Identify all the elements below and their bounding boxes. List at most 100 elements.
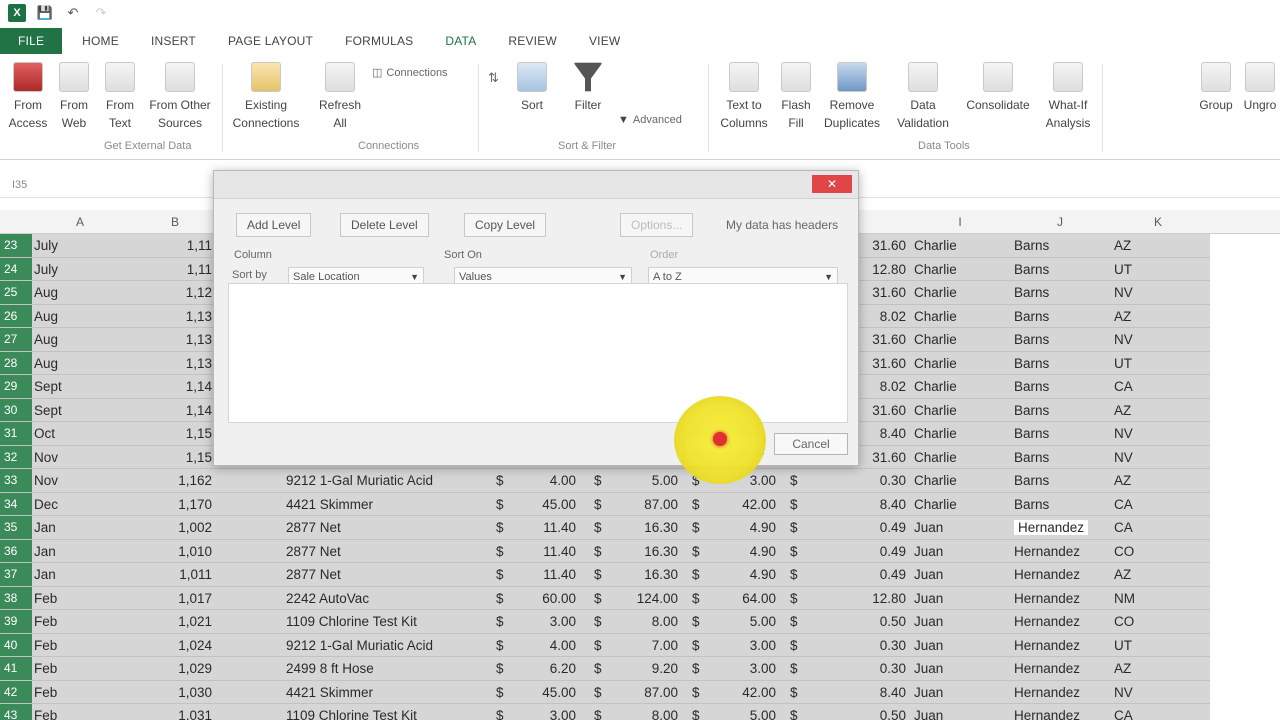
tab-review[interactable]: REVIEW (492, 28, 573, 54)
cell-first-name[interactable]: Juan (914, 681, 1004, 705)
cell-commission[interactable]: 12.80 (840, 587, 906, 611)
cell-profit[interactable]: 3.00 (708, 634, 776, 658)
cell-last-name[interactable]: Barns (1014, 446, 1110, 470)
cell-invoice[interactable]: 1,021 (140, 610, 212, 634)
copy-level-button[interactable]: Copy Level (464, 213, 547, 237)
row-number[interactable]: 43 (0, 704, 32, 720)
row-number[interactable]: 29 (0, 375, 32, 399)
cell-item[interactable]: 1109 Chlorine Test Kit (286, 610, 496, 634)
cell-last-name[interactable]: Hernandez (1014, 634, 1110, 658)
cell-item[interactable]: 9212 1-Gal Muriatic Acid (286, 469, 496, 493)
cell-currency[interactable]: $ (790, 704, 802, 720)
cell-item[interactable]: 2242 AutoVac (286, 587, 496, 611)
advanced-button[interactable]: ▼ Advanced (618, 114, 682, 126)
text-to-columns-button[interactable]: Text to Columns (716, 62, 772, 132)
row-number[interactable]: 30 (0, 398, 32, 422)
options-button[interactable]: Options... (620, 213, 694, 237)
cell-cost[interactable]: 45.00 (510, 681, 576, 705)
cell-currency[interactable]: $ (496, 610, 508, 634)
cell-last-name[interactable]: Barns (1014, 258, 1110, 282)
cell-month[interactable]: July (34, 258, 94, 282)
cell-currency[interactable]: $ (496, 634, 508, 658)
cell-state[interactable]: CO (1114, 610, 1154, 634)
cell-state[interactable]: AZ (1114, 469, 1154, 493)
cell-price[interactable]: 124.00 (606, 587, 678, 611)
cell-currency[interactable]: $ (692, 493, 704, 517)
cell-currency[interactable]: $ (594, 540, 606, 564)
cell-state[interactable]: NV (1114, 328, 1154, 352)
cell-month[interactable]: Aug (34, 328, 94, 352)
cell-month[interactable]: Feb (34, 704, 94, 720)
cell-currency[interactable]: $ (496, 681, 508, 705)
cell-currency[interactable]: $ (594, 704, 606, 720)
cell-item[interactable]: 9212 1-Gal Muriatic Acid (286, 634, 496, 658)
cell-month[interactable]: Jan (34, 540, 94, 564)
cell-month[interactable]: Aug (34, 305, 94, 329)
cell-state[interactable]: NM (1114, 587, 1154, 611)
cell-currency[interactable]: $ (594, 563, 606, 587)
tab-file[interactable]: FILE (0, 28, 63, 54)
row-number[interactable]: 39 (0, 610, 32, 634)
cell-invoice[interactable]: 1,170 (140, 493, 212, 517)
cell-item[interactable]: 4421 Skimmer (286, 493, 496, 517)
cell-state[interactable]: NV (1114, 422, 1154, 446)
cell-month[interactable]: Jan (34, 563, 94, 587)
cell-invoice[interactable]: 1,15 (140, 446, 212, 470)
cell-state[interactable]: CA (1114, 704, 1154, 720)
cell-commission[interactable]: 0.30 (840, 634, 906, 658)
cell-last-name[interactable]: Barns (1014, 305, 1110, 329)
cell-currency[interactable]: $ (692, 540, 704, 564)
cell-price[interactable]: 16.30 (606, 516, 678, 540)
row-number[interactable]: 28 (0, 351, 32, 375)
cell-month[interactable]: Nov (34, 446, 94, 470)
tab-home[interactable]: HOME (66, 28, 135, 54)
connections-button[interactable]: ◫ Connections (372, 66, 448, 80)
cell-first-name[interactable]: Juan (914, 657, 1004, 681)
cell-currency[interactable]: $ (692, 634, 704, 658)
row-number[interactable]: 27 (0, 328, 32, 352)
cell-state[interactable]: UT (1114, 258, 1154, 282)
row-number[interactable]: 25 (0, 281, 32, 305)
cell-last-name[interactable]: Hernandez (1014, 516, 1110, 540)
cell-currency[interactable]: $ (496, 540, 508, 564)
row-number[interactable]: 37 (0, 563, 32, 587)
cell-currency[interactable]: $ (692, 657, 704, 681)
cell-currency[interactable]: $ (496, 563, 508, 587)
row-number[interactable]: 24 (0, 257, 32, 281)
cell-cost[interactable]: 4.00 (510, 469, 576, 493)
cell-cost[interactable]: 45.00 (510, 493, 576, 517)
tab-view[interactable]: VIEW (573, 28, 636, 54)
sort-levels-list[interactable] (228, 283, 848, 423)
cell-last-name[interactable]: Hernandez (1014, 657, 1110, 681)
cell-cost[interactable]: 11.40 (510, 516, 576, 540)
cell-currency[interactable]: $ (594, 493, 606, 517)
cancel-button[interactable]: Cancel (774, 433, 848, 455)
cell-month[interactable]: Feb (34, 657, 94, 681)
cell-currency[interactable]: $ (790, 681, 802, 705)
cell-profit[interactable]: 4.90 (708, 516, 776, 540)
cell-last-name[interactable]: Barns (1014, 281, 1110, 305)
cell-last-name[interactable]: Barns (1014, 493, 1110, 517)
cell-currency[interactable]: $ (594, 469, 606, 493)
cell-first-name[interactable]: Juan (914, 634, 1004, 658)
cell-currency[interactable]: $ (692, 516, 704, 540)
cell-currency[interactable]: $ (594, 587, 606, 611)
refresh-all-button[interactable]: Refresh All (312, 62, 368, 132)
cell-month[interactable]: Nov (34, 469, 94, 493)
row-number[interactable]: 33 (0, 469, 32, 493)
cell-month[interactable]: Feb (34, 681, 94, 705)
column-header-b[interactable]: B (140, 210, 210, 234)
row-number[interactable]: 34 (0, 492, 32, 516)
cell-invoice[interactable]: 1,15 (140, 422, 212, 446)
remove-duplicates-button[interactable]: Remove Duplicates (820, 62, 884, 132)
cell-item[interactable]: 1109 Chlorine Test Kit (286, 704, 496, 720)
cell-currency[interactable]: $ (790, 657, 802, 681)
cell-month[interactable]: Aug (34, 281, 94, 305)
flash-fill-button[interactable]: Flash Fill (776, 62, 816, 132)
from-access-button[interactable]: From Access (6, 62, 50, 132)
cell-item[interactable]: 2499 8 ft Hose (286, 657, 496, 681)
cell-profit[interactable]: 5.00 (708, 610, 776, 634)
cell-invoice[interactable]: 1,011 (140, 563, 212, 587)
from-text-button[interactable]: From Text (100, 62, 140, 132)
cell-invoice[interactable]: 1,029 (140, 657, 212, 681)
